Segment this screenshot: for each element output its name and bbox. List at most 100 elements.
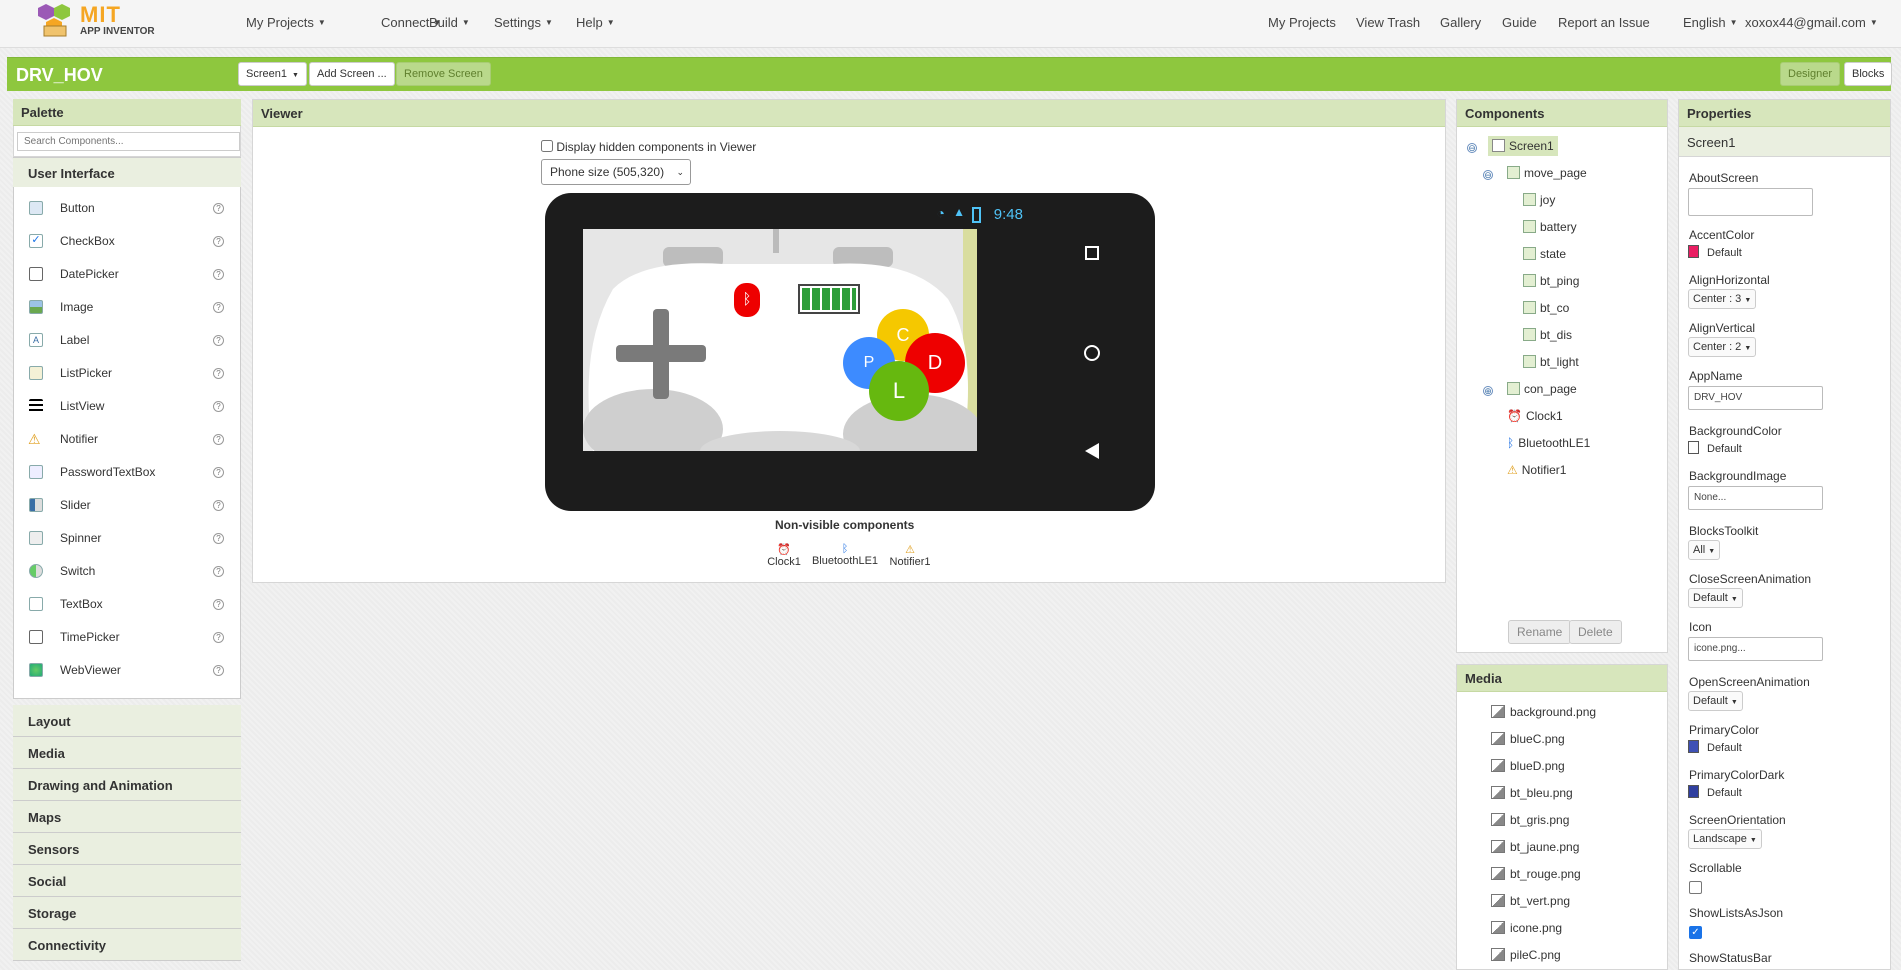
collapse-icon[interactable]: ⊖ (1467, 143, 1477, 153)
tree-item-bt-ping[interactable]: bt_ping (1523, 274, 1579, 288)
tree-item-clock1[interactable]: ⏰ Clock1 (1507, 409, 1563, 423)
aboutscreen-textarea[interactable] (1688, 188, 1813, 216)
expand-icon[interactable]: ⊕ (1483, 386, 1493, 396)
backgroundimage-picker[interactable]: None... (1688, 486, 1823, 510)
palette-item-spinner[interactable]: Spinner? (14, 524, 240, 552)
media-file[interactable]: bt_jaune.png (1491, 840, 1579, 854)
help-icon[interactable]: ? (213, 533, 224, 544)
palette-item-listpicker[interactable]: ListPicker? (14, 359, 240, 387)
media-file[interactable]: pileC.png (1491, 948, 1561, 962)
palette-item-notifier[interactable]: ⚠ Notifier? (14, 425, 240, 453)
nonvisible-notifier[interactable]: ⚠ Notifier1 (885, 543, 935, 568)
menu-help[interactable]: Help ▼ (576, 15, 615, 30)
media-file[interactable]: bt_vert.png (1491, 894, 1570, 908)
screen-select[interactable]: Screen1 ▼ (238, 62, 307, 86)
nonvisible-bluetooth[interactable]: ᛒ BluetoothLE1 (808, 543, 882, 567)
tree-item-battery[interactable]: battery (1523, 220, 1577, 234)
palette-item-label[interactable]: A Label? (14, 326, 240, 354)
menu-build[interactable]: Build ▼ (429, 15, 470, 30)
link-my-projects[interactable]: My Projects (1268, 15, 1336, 30)
palette-item-button[interactable]: Button? (14, 194, 240, 222)
palette-search-input[interactable] (17, 132, 240, 151)
category-maps[interactable]: Maps (13, 801, 241, 833)
closescreenanimation-dropdown[interactable]: Default ▼ (1688, 588, 1743, 608)
tree-item-con-page[interactable]: con_page (1507, 382, 1577, 396)
appname-input[interactable]: DRV_HOV (1688, 386, 1823, 410)
account-menu[interactable]: xoxox44@gmail.com ▼ (1745, 15, 1878, 30)
media-file[interactable]: icone.png (1491, 921, 1562, 935)
designer-button[interactable]: Designer (1780, 62, 1841, 86)
menu-my-projects[interactable]: My Projects ▼ (246, 15, 326, 30)
category-media[interactable]: Media (13, 737, 241, 769)
help-icon[interactable]: ? (213, 236, 224, 247)
palette-item-switch[interactable]: Switch? (14, 557, 240, 585)
palette-item-listview[interactable]: ListView? (14, 392, 240, 420)
palette-item-slider[interactable]: Slider? (14, 491, 240, 519)
accentcolor-value[interactable]: Default (1688, 245, 1742, 259)
tree-item-bt-dis[interactable]: bt_dis (1523, 328, 1572, 342)
help-icon[interactable]: ? (213, 368, 224, 379)
help-icon[interactable]: ? (213, 467, 224, 478)
palette-item-timepicker[interactable]: TimePicker? (14, 623, 240, 651)
palette-item-image[interactable]: Image? (14, 293, 240, 321)
openscreenanimation-dropdown[interactable]: Default ▼ (1688, 691, 1743, 711)
category-sensors[interactable]: Sensors (13, 833, 241, 865)
add-screen-button[interactable]: Add Screen ... (309, 62, 395, 86)
media-file[interactable]: background.png (1491, 705, 1596, 719)
category-layout[interactable]: Layout (13, 705, 241, 737)
tree-item-screen1[interactable]: Screen1 (1488, 136, 1558, 156)
tree-item-state[interactable]: state (1523, 247, 1566, 261)
showlistsasjson-checkbox[interactable]: ✓ (1689, 926, 1702, 939)
tree-item-bluetoothle1[interactable]: ᛒ BluetoothLE1 (1507, 436, 1590, 450)
link-report-issue[interactable]: Report an Issue (1558, 15, 1650, 30)
remove-screen-button[interactable]: Remove Screen (396, 62, 491, 86)
rename-button[interactable]: Rename (1508, 620, 1572, 644)
link-guide[interactable]: Guide (1502, 15, 1537, 30)
media-file[interactable]: blueD.png (1491, 759, 1565, 773)
media-file[interactable]: bt_rouge.png (1491, 867, 1581, 881)
tree-item-move-page[interactable]: move_page (1507, 166, 1587, 180)
scrollable-checkbox[interactable] (1689, 881, 1702, 894)
delete-button[interactable]: Delete (1569, 620, 1622, 644)
phone-size-select[interactable]: Phone size (505,320) ⌄ (541, 159, 691, 185)
backgroundcolor-value[interactable]: Default (1688, 441, 1742, 455)
help-icon[interactable]: ? (213, 401, 224, 412)
blocks-button[interactable]: Blocks (1844, 62, 1893, 86)
icon-picker[interactable]: icone.png... (1688, 637, 1823, 661)
nonvisible-clock[interactable]: ⏰ Clock1 (762, 543, 806, 568)
screenorientation-dropdown[interactable]: Landscape ▼ (1688, 829, 1762, 849)
category-connectivity[interactable]: Connectivity (13, 929, 241, 961)
tree-item-bt-co[interactable]: bt_co (1523, 301, 1569, 315)
tree-item-notifier1[interactable]: ⚠ Notifier1 (1507, 463, 1566, 477)
menu-settings[interactable]: Settings ▼ (494, 15, 553, 30)
media-file[interactable]: bt_bleu.png (1491, 786, 1573, 800)
link-view-trash[interactable]: View Trash (1356, 15, 1420, 30)
palette-item-webviewer[interactable]: WebViewer? (14, 656, 240, 684)
alignvertical-dropdown[interactable]: Center : 2 ▼ (1688, 337, 1757, 357)
tree-item-joy[interactable]: joy (1523, 193, 1555, 207)
primarycolordark-value[interactable]: Default (1688, 785, 1742, 799)
blockstoolkit-dropdown[interactable]: All ▼ (1688, 540, 1721, 560)
help-icon[interactable]: ? (213, 500, 224, 511)
language-menu[interactable]: English ▼ (1683, 15, 1738, 30)
app-inventor-logo[interactable]: MIT APP INVENTOR (36, 2, 166, 42)
help-icon[interactable]: ? (213, 269, 224, 280)
category-storage[interactable]: Storage (13, 897, 241, 929)
collapse-icon[interactable]: ⊖ (1483, 170, 1493, 180)
link-gallery[interactable]: Gallery (1440, 15, 1481, 30)
display-hidden-checkbox[interactable] (541, 140, 553, 152)
category-user-interface[interactable]: User Interface (13, 157, 241, 187)
help-icon[interactable]: ? (213, 302, 224, 313)
alignhorizontal-dropdown[interactable]: Center : 3 ▼ (1688, 289, 1757, 309)
palette-item-passwordtextbox[interactable]: PasswordTextBox? (14, 458, 240, 486)
help-icon[interactable]: ? (213, 203, 224, 214)
palette-item-textbox[interactable]: TextBox? (14, 590, 240, 618)
bt-l-button[interactable]: L (869, 361, 929, 421)
help-icon[interactable]: ? (213, 335, 224, 346)
media-file[interactable]: bt_gris.png (1491, 813, 1569, 827)
media-file[interactable]: blueC.png (1491, 732, 1565, 746)
help-icon[interactable]: ? (213, 665, 224, 676)
palette-item-datepicker[interactable]: DatePicker? (14, 260, 240, 288)
help-icon[interactable]: ? (213, 632, 224, 643)
help-icon[interactable]: ? (213, 434, 224, 445)
